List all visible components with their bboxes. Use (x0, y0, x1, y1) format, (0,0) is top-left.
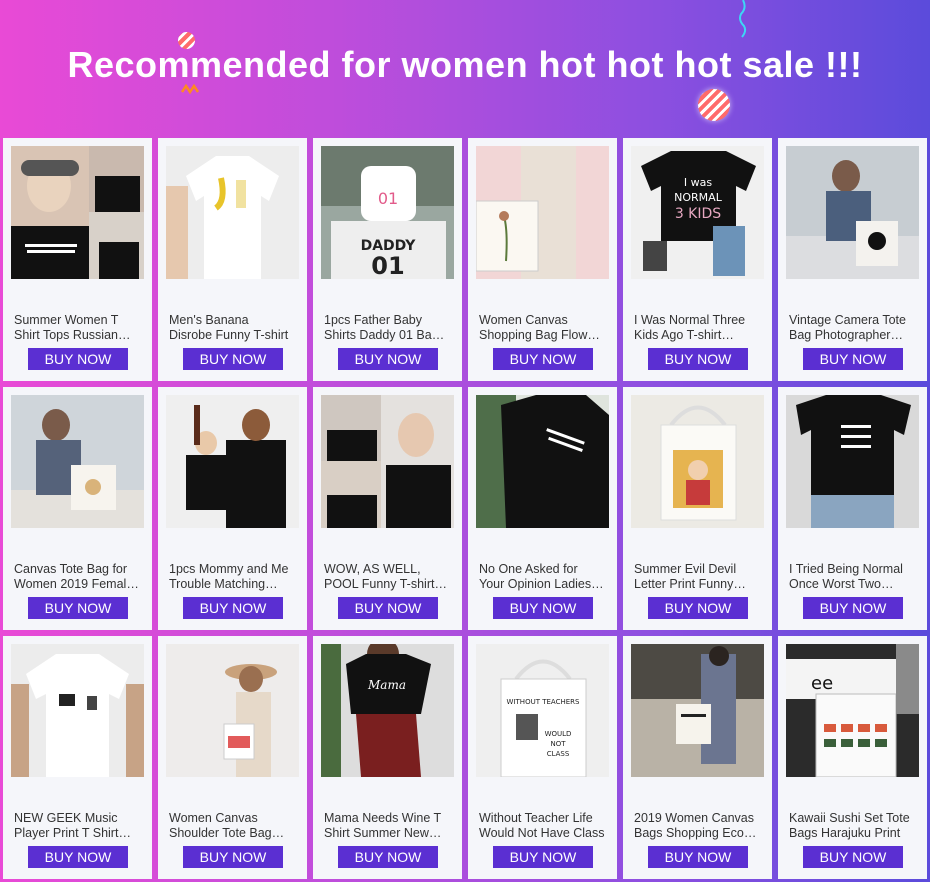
product-image[interactable] (631, 395, 764, 528)
svg-text:Mama: Mama (367, 678, 406, 692)
product-name[interactable]: No One Asked for Your Opinion Ladies T-s… (479, 562, 605, 592)
product-image[interactable] (11, 395, 144, 528)
product-image[interactable] (786, 395, 919, 528)
buy-now-button[interactable]: BUY NOW (803, 846, 903, 868)
product-card[interactable]: I Tried Being Normal Once Worst Two Minu… (778, 387, 927, 630)
product-name[interactable]: Summer Women T Shirt Tops Russian Inscri… (14, 313, 140, 343)
product-name[interactable]: Kawaii Sushi Set Tote Bags Harajuku Prin… (789, 811, 915, 841)
product-name[interactable]: I Tried Being Normal Once Worst Two Minu… (789, 562, 915, 592)
svg-text:NOT: NOT (550, 740, 566, 748)
buy-now-button[interactable]: BUY NOW (338, 597, 438, 619)
product-card[interactable]: Vintage Camera Tote Bag Photographer Pri… (778, 138, 927, 381)
svg-text:ee: ee (811, 673, 833, 694)
product-grid: Summer Women T Shirt Tops Russian Inscri… (3, 138, 927, 879)
buy-now-button[interactable]: BUY NOW (28, 846, 128, 868)
product-name[interactable]: Mama Needs Wine T Shirt Summer New Women (324, 811, 450, 841)
product-image[interactable] (321, 395, 454, 528)
buy-now-button[interactable]: BUY NOW (493, 348, 593, 370)
product-card[interactable]: NEW GEEK Music Player Print T Shirt Men B… (3, 636, 152, 879)
product-card[interactable]: 01 DADDY 01 1pcs Father Baby Shirts Daddy 0… (313, 138, 462, 381)
product-image[interactable] (166, 644, 299, 777)
product-card[interactable]: Summer Evil Devil Letter Print Funny Tot… (623, 387, 772, 630)
product-name[interactable]: Men's Banana Disrobe Funny T-shirt (169, 313, 295, 343)
product-card[interactable]: Summer Women T Shirt Tops Russian Inscri… (3, 138, 152, 381)
svg-text:WITHOUT TEACHERS: WITHOUT TEACHERS (507, 698, 580, 706)
buy-now-button[interactable]: BUY NOW (648, 597, 748, 619)
product-name[interactable]: Women Canvas Shoulder Tote Bag Shopping (169, 811, 295, 841)
product-card[interactable]: I was NORMAL 3 KIDS I Was Normal Three Kids… (623, 138, 772, 381)
product-card[interactable]: 2019 Women Canvas Bags Shopping Eco Tote… (623, 636, 772, 879)
product-card[interactable]: Women Canvas Shoulder Tote Bag Shopping B… (158, 636, 307, 879)
product-name[interactable]: Summer Evil Devil Letter Print Funny Tot… (634, 562, 760, 592)
product-name[interactable]: Without Teacher Life Would Not Have Clas… (479, 811, 605, 841)
buy-now-button[interactable]: BUY NOW (183, 348, 283, 370)
buy-now-button[interactable]: BUY NOW (493, 597, 593, 619)
product-image[interactable]: I was NORMAL 3 KIDS (631, 146, 764, 279)
product-card[interactable]: WOW, AS WELL, POOL Funny T-shirt Women BU… (313, 387, 462, 630)
product-card[interactable]: Canvas Tote Bag for Women 2019 Female Sh… (3, 387, 152, 630)
product-image[interactable] (11, 146, 144, 279)
buy-now-button[interactable]: BUY NOW (493, 846, 593, 868)
buy-now-button[interactable]: BUY NOW (183, 597, 283, 619)
product-name[interactable]: WOW, AS WELL, POOL Funny T-shirt Women (324, 562, 450, 592)
banner-title: Recommended for women hot hot hot sale !… (67, 44, 863, 85)
product-name[interactable]: Women Canvas Shopping Bag Flower Print (479, 313, 605, 343)
buy-now-button[interactable]: BUY NOW (803, 348, 903, 370)
streamer-icon (739, 0, 747, 38)
buy-now-button[interactable]: BUY NOW (338, 846, 438, 868)
product-image[interactable]: Mama (321, 644, 454, 777)
product-image[interactable] (786, 146, 919, 279)
product-image[interactable] (166, 146, 299, 279)
product-name[interactable]: 1pcs Mommy and Me Trouble Matching Shirt… (169, 562, 295, 592)
promo-page: Recommended for women hot hot hot sale !… (0, 0, 930, 882)
product-image[interactable] (476, 146, 609, 279)
product-card[interactable]: Men's Banana Disrobe Funny T-shirt BUY NO… (158, 138, 307, 381)
product-name[interactable]: Vintage Camera Tote Bag Photographer Pri… (789, 313, 915, 343)
product-image[interactable] (476, 395, 609, 528)
product-card[interactable]: WITHOUT TEACHERS WOULD NOT CLASS Without Tea… (468, 636, 617, 879)
buy-now-button[interactable]: BUY NOW (338, 348, 438, 370)
product-card[interactable]: No One Asked for Your Opinion Ladies T-s… (468, 387, 617, 630)
product-name[interactable]: NEW GEEK Music Player Print T Shirt Men (14, 811, 140, 841)
svg-text:01: 01 (378, 189, 398, 208)
buy-now-button[interactable]: BUY NOW (28, 348, 128, 370)
product-image[interactable] (166, 395, 299, 528)
svg-text:WOULD: WOULD (545, 730, 572, 738)
product-image[interactable]: 01 DADDY 01 (321, 146, 454, 279)
buy-now-button[interactable]: BUY NOW (803, 597, 903, 619)
buy-now-button[interactable]: BUY NOW (648, 846, 748, 868)
svg-text:NORMAL: NORMAL (674, 191, 723, 204)
product-image[interactable] (11, 644, 144, 777)
product-name[interactable]: Canvas Tote Bag for Women 2019 Female Sh… (14, 562, 140, 592)
product-card[interactable]: Women Canvas Shopping Bag Flower Print BU… (468, 138, 617, 381)
product-name[interactable]: I Was Normal Three Kids Ago T-shirt Casu… (634, 313, 760, 343)
svg-text:01: 01 (371, 252, 404, 279)
promo-banner: Recommended for women hot hot hot sale !… (0, 0, 930, 135)
svg-text:CLASS: CLASS (547, 750, 570, 758)
product-card[interactable]: ee Kawaii Sushi Set Tote Bags Harajuku Pr… (778, 636, 927, 879)
buy-now-button[interactable]: BUY NOW (648, 348, 748, 370)
product-name[interactable]: 2019 Women Canvas Bags Shopping Eco Tote (634, 811, 760, 841)
candy-ball-icon (698, 89, 730, 121)
product-image[interactable]: ee (786, 644, 919, 777)
buy-now-button[interactable]: BUY NOW (183, 846, 283, 868)
product-card[interactable]: Mama Mama Needs Wine T Shirt Summer New W… (313, 636, 462, 879)
product-card[interactable]: 1pcs Mommy and Me Trouble Matching Shirt… (158, 387, 307, 630)
svg-text:3 KIDS: 3 KIDS (675, 206, 721, 222)
product-name[interactable]: 1pcs Father Baby Shirts Daddy 01 Baby 01 (324, 313, 450, 343)
product-image[interactable]: WITHOUT TEACHERS WOULD NOT CLASS (476, 644, 609, 777)
buy-now-button[interactable]: BUY NOW (28, 597, 128, 619)
svg-text:I was: I was (684, 176, 712, 189)
product-image[interactable] (631, 644, 764, 777)
